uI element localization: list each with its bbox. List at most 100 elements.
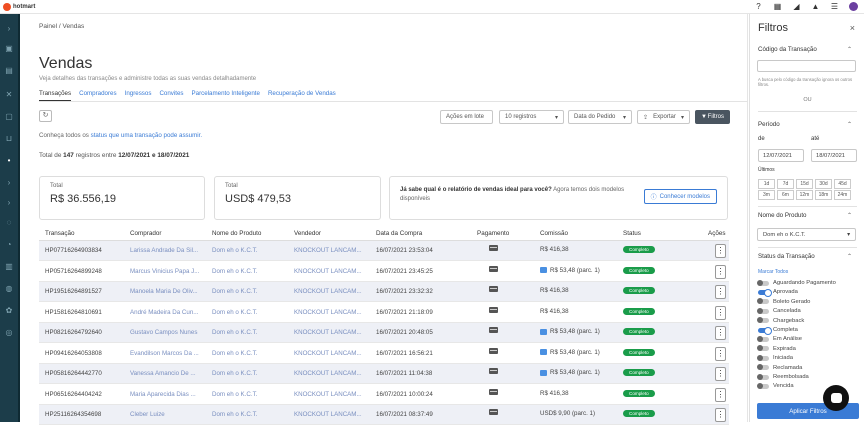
cart-icon[interactable]: ⊔: [4, 134, 14, 144]
quick-range-24m[interactable]: 24m: [834, 190, 851, 200]
table-row[interactable]: HP05816264442770 Vanessa Amancio De ... Do…: [39, 364, 729, 384]
product-name[interactable]: Dom eh o K.C.T.: [212, 350, 287, 357]
dashboard-icon[interactable]: ▣: [4, 44, 14, 54]
seller-name[interactable]: KNOCKOUT LANCAM...: [294, 391, 369, 398]
chart-icon[interactable]: ▥: [4, 262, 14, 272]
bell-icon[interactable]: ▲: [811, 2, 820, 11]
buyer-name[interactable]: Cleber Luize: [130, 411, 205, 418]
row-actions-button[interactable]: ⋮: [715, 264, 726, 279]
menu-icon[interactable]: ☰: [830, 2, 839, 11]
transaction-code[interactable]: HP25116264354698: [45, 411, 101, 418]
row-actions-button[interactable]: ⋮: [715, 367, 726, 381]
status-option[interactable]: Reclamada: [757, 364, 802, 371]
col-pagamento[interactable]: Pagamento: [477, 230, 509, 237]
seller-name[interactable]: KNOCKOUT LANCAM...: [294, 288, 369, 295]
status-toggle[interactable]: [757, 382, 769, 389]
status-toggle[interactable]: [758, 326, 772, 335]
users-icon[interactable]: ◌: [4, 218, 14, 228]
status-option[interactable]: Chargeback: [757, 317, 804, 324]
breadcrumb-home[interactable]: Painel: [39, 23, 57, 30]
quick-range-3m[interactable]: 3m: [758, 190, 775, 200]
status-option[interactable]: Vencida: [757, 382, 794, 389]
buyer-name[interactable]: Vanessa Amancio De ...: [130, 370, 205, 377]
col-produto[interactable]: Nome do Produto: [212, 230, 261, 237]
status-toggle[interactable]: [757, 364, 769, 371]
col-status[interactable]: Status: [623, 230, 641, 237]
table-row[interactable]: HP05716264899248 Marcus Vinicius Papa J..…: [39, 262, 729, 282]
row-actions-button[interactable]: ⋮: [715, 408, 726, 422]
settings-icon[interactable]: ✿: [4, 306, 14, 316]
product-name[interactable]: Dom eh o K.C.T.: [212, 309, 287, 316]
status-toggle[interactable]: [757, 317, 769, 324]
buyer-name[interactable]: Larissa Andrade Da Sil...: [130, 247, 205, 254]
avatar[interactable]: [849, 2, 858, 11]
seller-name[interactable]: KNOCKOUT LANCAM...: [294, 350, 369, 357]
table-row[interactable]: HP25116264354698 Cleber Luize Dom eh o K.C…: [39, 405, 729, 425]
help-icon[interactable]: ?: [754, 2, 763, 11]
apps-grid-icon[interactable]: ▦: [773, 2, 782, 11]
tab-compradores[interactable]: Compradores: [79, 90, 117, 101]
status-option[interactable]: Completa: [758, 326, 798, 335]
transaction-code[interactable]: HP06516264404242: [45, 391, 102, 398]
status-toggle[interactable]: [757, 298, 769, 305]
seller-name[interactable]: KNOCKOUT LANCAM...: [294, 247, 369, 254]
seller-name[interactable]: KNOCKOUT LANCAM...: [294, 309, 369, 316]
status-toggle[interactable]: [757, 354, 769, 361]
mark-all-link[interactable]: Marcar Todos: [758, 269, 788, 275]
table-row[interactable]: HP09416264053808 Evandilson Marcos Da ...…: [39, 344, 729, 364]
status-section-title[interactable]: Status da Transação: [758, 253, 815, 260]
row-actions-button[interactable]: ⋮: [715, 387, 726, 402]
table-row[interactable]: HP19516264891527 Manoela Maria De Oliv...…: [39, 282, 729, 302]
quick-range-12m[interactable]: 12m: [796, 190, 813, 200]
quick-range-15d[interactable]: 15d: [796, 179, 813, 189]
table-row[interactable]: HP08216264792640 Gustavo Campos Nunes Dom …: [39, 323, 729, 343]
tab-parcelamento[interactable]: Parcelamento Inteligente: [192, 90, 260, 101]
chevron-up-icon[interactable]: ⌃: [847, 212, 852, 219]
chevron-right-icon[interactable]: ›: [4, 178, 14, 188]
grid-icon[interactable]: ▤: [4, 66, 14, 76]
tab-ingressos[interactable]: Ingressos: [125, 90, 152, 101]
message-icon[interactable]: ◔: [4, 240, 14, 250]
product-name[interactable]: Dom eh o K.C.T.: [212, 370, 287, 377]
hotmart-logo[interactable]: hotmart: [3, 2, 35, 11]
product-name[interactable]: Dom eh o K.C.T.: [212, 411, 287, 418]
buyer-name[interactable]: Manoela Maria De Oliv...: [130, 288, 205, 295]
row-actions-button[interactable]: ⋮: [715, 244, 726, 258]
buyer-name[interactable]: Maria Aparecida Dias ...: [130, 391, 205, 398]
bulk-actions-button[interactable]: Ações em lote: [440, 110, 493, 124]
date-to-input[interactable]: 18/07/2021: [811, 149, 857, 162]
transaction-code[interactable]: HP07716264903834: [45, 247, 102, 254]
product-section-title[interactable]: Nome do Produto: [758, 212, 807, 219]
tab-recuperacao[interactable]: Recuperação de Vendas: [268, 90, 336, 101]
seller-name[interactable]: KNOCKOUT LANCAM...: [294, 370, 369, 377]
product-name[interactable]: Dom eh o K.C.T.: [212, 247, 287, 254]
security-icon[interactable]: ◎: [4, 328, 14, 338]
row-actions-button[interactable]: ⋮: [715, 285, 726, 299]
status-option[interactable]: Em Análise: [757, 335, 802, 342]
chevron-up-icon[interactable]: ⌃: [847, 121, 852, 128]
col-vendedor[interactable]: Vendedor: [294, 230, 321, 237]
period-section-title[interactable]: Período: [758, 121, 780, 128]
wallet-icon[interactable]: ◍: [4, 284, 14, 294]
transaction-code[interactable]: HP15816264810691: [45, 309, 102, 316]
status-toggle[interactable]: [757, 279, 769, 286]
transaction-code[interactable]: HP09416264053808: [45, 350, 102, 357]
status-option[interactable]: Boleto Gerado: [757, 298, 810, 305]
sales-icon[interactable]: •: [4, 156, 14, 166]
status-option[interactable]: Cancelada: [757, 307, 801, 314]
quick-range-1d[interactable]: 1d: [758, 179, 775, 189]
tab-transacoes[interactable]: Transações: [39, 90, 72, 101]
status-toggle[interactable]: [757, 335, 769, 342]
col-transacao[interactable]: Transação: [45, 230, 75, 237]
status-toggle[interactable]: [758, 288, 772, 297]
transaction-code[interactable]: HP08216264792640: [45, 329, 102, 336]
sort-select[interactable]: Data do Pedido ▾: [568, 110, 632, 124]
quick-range-6m[interactable]: 6m: [777, 190, 794, 200]
product-name[interactable]: Dom eh o K.C.T.: [212, 329, 287, 336]
quick-range-45d[interactable]: 45d: [834, 179, 851, 189]
table-row[interactable]: HP15816264810691 André Madeira Da Cun... D…: [39, 303, 729, 323]
seller-name[interactable]: KNOCKOUT LANCAM...: [294, 411, 369, 418]
product-name[interactable]: Dom eh o K.C.T.: [212, 268, 287, 275]
buyer-name[interactable]: André Madeira Da Cun...: [130, 309, 205, 316]
status-toggle[interactable]: [757, 307, 769, 314]
